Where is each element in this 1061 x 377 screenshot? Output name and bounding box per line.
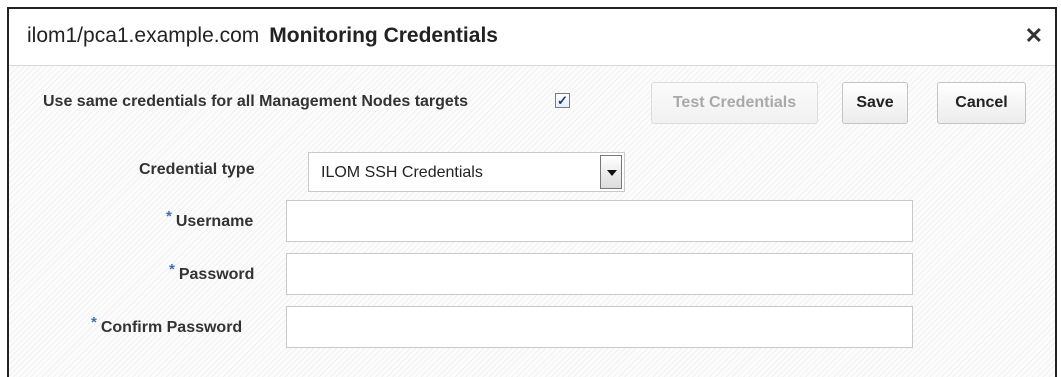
credential-type-value: ILOM SSH Credentials — [321, 164, 483, 181]
required-marker: * — [166, 208, 172, 225]
credential-type-label: Credential type — [139, 161, 255, 178]
cancel-button[interactable]: Cancel — [937, 82, 1026, 124]
confirm-password-label-text: Confirm Password — [100, 319, 243, 336]
required-marker: * — [91, 314, 97, 331]
username-field[interactable] — [286, 200, 913, 242]
username-label: * Username — [166, 208, 254, 231]
confirm-password-label: * Confirm Password — [91, 314, 243, 337]
dialog-titlebar: ilom1/pca1.example.com Monitoring Credent… — [9, 9, 1055, 66]
dialog-name: Monitoring Credentials — [269, 24, 498, 47]
same-credentials-label: Use same credentials for all Management … — [43, 93, 469, 110]
required-marker: * — [169, 261, 175, 278]
dialog-host: ilom1/pca1.example.com — [27, 24, 260, 47]
dialog-title: ilom1/pca1.example.com Monitoring Credent… — [27, 24, 498, 48]
password-label: * Password — [169, 261, 255, 284]
monitoring-credentials-dialog: ilom1/pca1.example.com Monitoring Credent… — [7, 7, 1057, 377]
chevron-down-icon[interactable] — [600, 155, 622, 189]
test-credentials-button[interactable]: Test Credentials — [651, 82, 818, 124]
same-credentials-checkbox[interactable]: ✓ — [555, 93, 570, 108]
save-button[interactable]: Save — [842, 82, 908, 124]
confirm-password-field[interactable] — [286, 306, 913, 348]
password-field[interactable] — [286, 253, 913, 295]
username-label-text: Username — [175, 213, 254, 230]
password-label-text: Password — [178, 266, 255, 283]
close-icon[interactable]: ✕ — [1025, 23, 1043, 49]
credential-type-select[interactable]: ILOM SSH Credentials — [308, 152, 625, 192]
